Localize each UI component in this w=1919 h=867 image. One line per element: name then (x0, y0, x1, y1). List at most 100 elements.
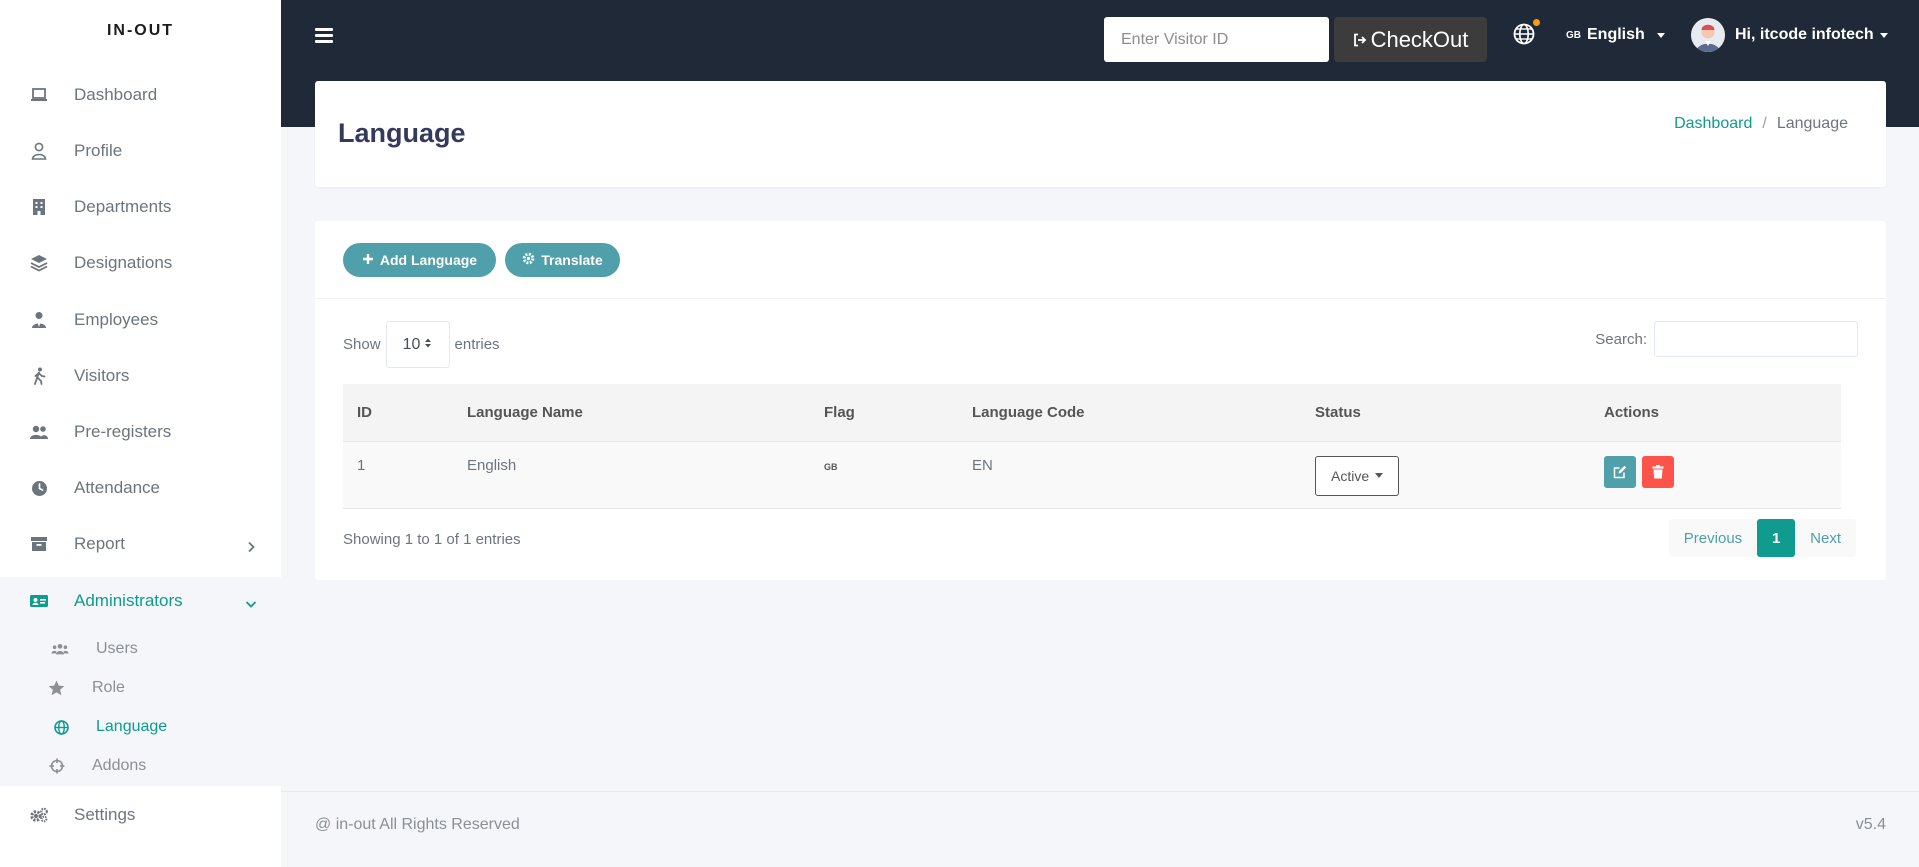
layers-icon (29, 253, 49, 273)
sidebar-item-administrators[interactable]: Administrators (0, 577, 281, 625)
footer-version: v5.4 (1855, 816, 1886, 833)
delete-button[interactable] (1642, 455, 1674, 488)
breadcrumb: Dashboard / Language (1674, 115, 1848, 133)
brand-logo: IN-OUT (106, 22, 175, 39)
visitor-id-input[interactable] (1104, 17, 1329, 62)
user-dropdown[interactable]: Hi, itcode infotech (1691, 18, 1888, 52)
column-header-actions[interactable]: Actions (1590, 384, 1841, 442)
users-icon (29, 422, 49, 442)
id-card-icon (29, 591, 49, 611)
search-input[interactable] (1654, 321, 1858, 357)
submenu-item-label: Role (92, 679, 125, 696)
crosshairs-icon (48, 757, 66, 775)
page-title: Language (338, 118, 466, 148)
notification-dot (1533, 19, 1540, 26)
flag-gb-icon: GB (824, 461, 838, 472)
submenu-item-users[interactable]: Users (0, 633, 281, 665)
cell-actions (1590, 441, 1841, 508)
column-header-language-name[interactable]: Language Name (453, 384, 810, 442)
sidebar-item-label: Attendance (74, 478, 161, 497)
column-header-language-code[interactable]: Language Code (958, 384, 1301, 442)
breadcrumb-dashboard-link[interactable]: Dashboard (1674, 115, 1752, 133)
plus-icon (362, 252, 374, 268)
entries-value: 10 (402, 335, 421, 353)
sidebar-item-label: Pre-registers (74, 422, 172, 441)
submenu-item-label: Users (96, 640, 138, 657)
archive-icon (29, 534, 49, 554)
column-header-flag[interactable]: Flag (810, 384, 958, 442)
trash-icon (1652, 464, 1664, 478)
sidebar-item-label: Settings (74, 805, 136, 824)
users-icon (51, 640, 69, 658)
card-header: Add Language Translate (315, 221, 1886, 299)
walking-icon (29, 366, 49, 386)
footer: @ in-out All Rights Reserved v5.4 (281, 791, 1919, 867)
pagination: Previous 1 Next (1668, 519, 1856, 557)
table-header-row: ID Language Name Flag Language Code Stat… (343, 384, 1841, 442)
entries-label: entries (454, 336, 500, 353)
language-dropdown[interactable]: GB English (1566, 24, 1665, 46)
sidebar-item-employees[interactable]: Employees (0, 296, 281, 344)
language-card: Add Language Translate Show 10 entries S… (315, 221, 1886, 580)
cell-language-code: EN (972, 456, 993, 474)
sign-out-icon (1353, 27, 1367, 53)
submenu-item-role[interactable]: Role (0, 672, 281, 704)
edit-button[interactable] (1604, 455, 1636, 488)
pagination-next[interactable]: Next (1795, 519, 1856, 557)
search-label: Search: (1595, 330, 1647, 348)
sidebar: IN-OUT Dashboard Profile Departments Des… (0, 0, 281, 867)
pagination-previous[interactable]: Previous (1669, 519, 1757, 557)
user-icon (29, 141, 49, 161)
status-dropdown[interactable]: Active (1315, 455, 1400, 496)
submenu-item-label: Language (96, 718, 168, 735)
sidebar-item-settings[interactable]: Settings (0, 791, 281, 839)
sidebar-item-departments[interactable]: Departments (0, 183, 281, 231)
pagination-page-1[interactable]: 1 (1757, 519, 1796, 557)
edit-icon (1613, 465, 1627, 478)
caret-down-icon (1879, 32, 1888, 38)
translate-button[interactable]: Translate (505, 243, 620, 277)
status-label: Active (1331, 467, 1370, 484)
footer-copyright: @ in-out All Rights Reserved (315, 816, 520, 833)
sidebar-item-label: Departments (74, 197, 172, 216)
checkout-button[interactable]: CheckOut (1334, 17, 1487, 62)
sidebar-item-pre-registers[interactable]: Pre-registers (0, 408, 281, 456)
entries-select[interactable]: 10 (385, 321, 450, 368)
sidebar-item-designations[interactable]: Designations (0, 239, 281, 287)
submenu-item-addons[interactable]: Addons (0, 750, 281, 782)
add-language-button[interactable]: Add Language (343, 243, 496, 277)
sidebar-item-label: Profile (74, 141, 123, 160)
table-row: 1 English GB EN Active (343, 441, 1841, 508)
column-header-status[interactable]: Status (1301, 384, 1590, 442)
add-language-label: Add Language (379, 252, 478, 268)
hamburger-menu-icon[interactable] (315, 28, 333, 44)
table-info: Showing 1 to 1 of 1 entries (343, 531, 521, 548)
chevron-right-icon (245, 538, 257, 553)
language-label: English (1587, 26, 1645, 43)
cell-id: 1 (357, 456, 366, 474)
caret-down-icon (1656, 32, 1665, 38)
sidebar-item-visitors[interactable]: Visitors (0, 352, 281, 400)
globe-icon (52, 718, 70, 736)
globe-icon[interactable] (1513, 23, 1537, 47)
sidebar-item-label: Visitors (74, 366, 130, 385)
translate-label: Translate (541, 252, 603, 268)
column-header-id[interactable]: ID (343, 384, 453, 442)
sidebar-item-profile[interactable]: Profile (0, 127, 281, 175)
star-icon (47, 679, 65, 697)
sidebar-item-label: Administrators (74, 591, 183, 610)
sidebar-item-dashboard[interactable]: Dashboard (0, 71, 281, 119)
building-icon (29, 197, 49, 217)
cogs-icon (29, 805, 49, 825)
language-table: ID Language Name Flag Language Code Stat… (343, 384, 1841, 509)
cell-status: Active (1301, 441, 1590, 508)
sidebar-item-label: Employees (74, 310, 159, 329)
administrators-submenu: Users Role Language Addons (0, 622, 281, 786)
sidebar-item-report[interactable]: Report (0, 520, 281, 568)
sidebar-item-attendance[interactable]: Attendance (0, 464, 281, 512)
avatar (1691, 18, 1725, 52)
submenu-item-language[interactable]: Language (0, 711, 281, 743)
gear-icon (522, 252, 535, 268)
breadcrumb-current: Language (1776, 115, 1848, 132)
user-greeting: Hi, itcode infotech (1735, 26, 1874, 43)
